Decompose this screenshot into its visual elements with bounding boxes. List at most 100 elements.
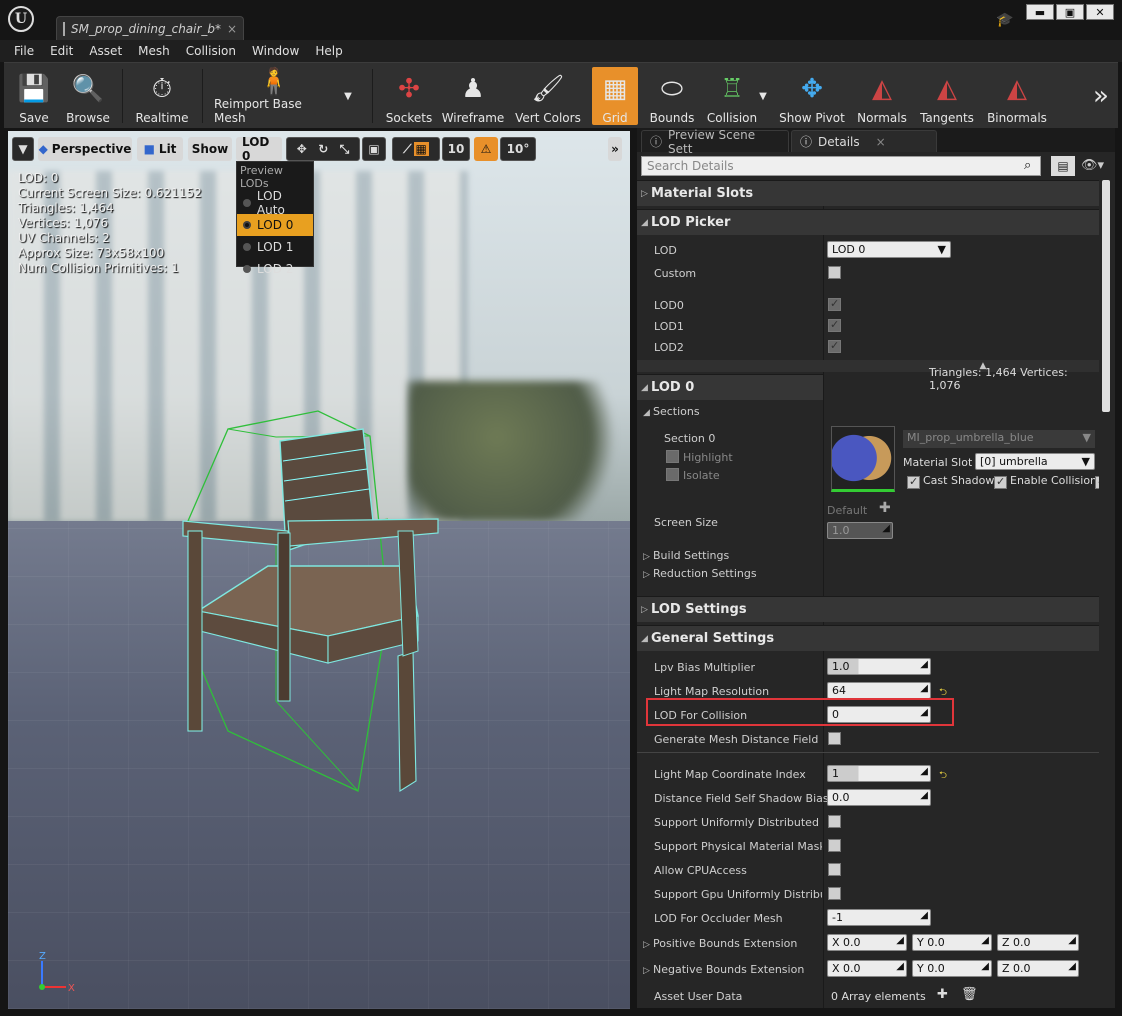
menu-edit[interactable]: Edit — [42, 44, 81, 58]
menu-window[interactable]: Window — [244, 44, 307, 58]
show-pivot-button[interactable]: ✥ Show Pivot — [778, 67, 846, 125]
eye-icon[interactable]: 👁▾ — [1081, 158, 1104, 173]
neg-bounds-x[interactable]: X 0.0 — [827, 960, 907, 977]
normals-button[interactable]: ◭ Normals — [854, 67, 910, 125]
browse-button[interactable]: 🔍 Browse — [62, 67, 114, 125]
material-thumbnail[interactable] — [831, 426, 895, 492]
graduation-cap-icon[interactable]: 🎓 — [996, 12, 1013, 28]
category-lod-picker[interactable]: ◢ LOD Picker — [637, 209, 1099, 235]
menu-file[interactable]: File — [6, 44, 42, 58]
grid-snap-icon[interactable]: ▦ — [413, 142, 429, 156]
build-settings-row[interactable]: ▷ Build Settings — [637, 546, 1099, 564]
more-tools-button[interactable]: » — [1090, 67, 1112, 125]
cpu-access-checkbox[interactable] — [828, 863, 841, 876]
rotation-snap-icon[interactable]: ⚠ — [474, 137, 498, 161]
close-icon[interactable]: × — [876, 135, 886, 149]
tab-preview-scene[interactable]: ⓘ Preview Scene Sett — [641, 128, 789, 156]
lod-menu-item-selected[interactable]: LOD 0 — [237, 214, 313, 236]
menu-mesh[interactable]: Mesh — [130, 44, 178, 58]
search-input[interactable]: Search Details — [641, 156, 1041, 176]
lod0-checkbox[interactable] — [828, 297, 841, 311]
gpu-uniform-checkbox[interactable] — [828, 887, 841, 900]
search-icon[interactable]: ⌕ — [1024, 158, 1031, 173]
screen-size-input[interactable]: 1.0 — [827, 522, 893, 539]
cast-shadow-checkbox[interactable] — [907, 475, 920, 489]
sockets-button[interactable]: ✣ Sockets — [382, 67, 436, 125]
surface-snap-icon[interactable]: ⟋ — [403, 142, 411, 157]
scale-icon[interactable]: ⤡ — [340, 142, 350, 157]
lod-menu-item[interactable]: LOD 2 — [237, 258, 313, 280]
visible-checkbox[interactable] — [1095, 475, 1099, 489]
enable-collision-checkbox[interactable] — [994, 475, 1007, 489]
lod1-checkbox[interactable] — [828, 318, 841, 332]
view-options-icon[interactable]: ▤ — [1051, 156, 1075, 176]
translate-icon[interactable]: ✥ — [297, 142, 307, 156]
rotate-icon[interactable]: ↻ — [318, 142, 328, 156]
generate-distance-field-checkbox[interactable] — [828, 732, 841, 745]
category-lod-settings[interactable]: ▷ LOD Settings — [637, 596, 1099, 622]
custom-checkbox[interactable] — [828, 266, 841, 279]
lpv-bias-input[interactable]: 1.0 — [827, 658, 931, 675]
realtime-button[interactable]: ⏱ Realtime — [132, 67, 192, 126]
viewport-options-button[interactable]: ▼ — [12, 137, 34, 161]
isolate-checkbox[interactable] — [666, 468, 679, 481]
trash-icon[interactable]: 🗑 — [961, 987, 978, 1002]
rotation-snap-value[interactable]: 10° — [500, 137, 536, 161]
light-map-resolution-input[interactable]: 64 — [827, 682, 931, 699]
light-map-coord-input[interactable]: 1 — [827, 765, 931, 782]
menu-help[interactable]: Help — [307, 44, 350, 58]
minimize-button[interactable]: ▬ — [1026, 4, 1054, 20]
pos-bounds-y[interactable]: Y 0.0 — [912, 934, 992, 951]
tab-close-icon[interactable]: × — [227, 22, 237, 36]
grid-snap-value[interactable]: 10 — [442, 137, 470, 161]
maximize-button[interactable]: ▣ — [1056, 4, 1084, 20]
scrollbar[interactable] — [1102, 180, 1110, 412]
lod-menu-item[interactable]: LOD Auto — [237, 189, 313, 217]
neg-bounds-z[interactable]: Z 0.0 — [997, 960, 1079, 977]
reset-icon[interactable]: ⮌ — [939, 768, 947, 785]
highlight-checkbox[interactable] — [666, 450, 679, 463]
show-button[interactable]: Show — [188, 137, 232, 161]
local-space-icon[interactable]: ▣ — [362, 137, 386, 161]
menu-asset[interactable]: Asset — [81, 44, 130, 58]
shadow-bias-input[interactable]: 0.0 — [827, 789, 931, 806]
asset-tab[interactable]: SM_prop_dining_chair_b* × — [56, 16, 244, 40]
perspective-button[interactable]: ◆ Perspective — [38, 137, 132, 161]
reduction-settings-row[interactable]: ▷ Reduction Settings — [637, 564, 1099, 582]
menu-collision[interactable]: Collision — [178, 44, 244, 58]
vert-colors-button[interactable]: 🖌 Vert Colors — [512, 67, 584, 125]
tab-details[interactable]: ⓘ Details × — [791, 130, 937, 152]
neg-bounds-label[interactable]: ▷ Negative Bounds Extension — [643, 963, 804, 976]
tangents-button[interactable]: ◭ Tangents — [916, 67, 978, 125]
reimport-button[interactable]: 🧍 Reimport Base Mesh — [214, 67, 334, 125]
physical-masks-checkbox[interactable] — [828, 839, 841, 852]
collapse-toolbar-button[interactable]: » — [608, 137, 622, 161]
material-select[interactable]: MI_prop_umbrella_blue ▼ — [903, 430, 1095, 448]
support-uniform-checkbox[interactable] — [828, 815, 841, 828]
category-material-slots[interactable]: ▷ Material Slots — [637, 180, 1099, 206]
category-general-settings[interactable]: ◢ General Settings — [637, 625, 1099, 651]
collision-dropdown[interactable]: ▼ — [756, 67, 770, 125]
pos-bounds-label[interactable]: ▷ Positive Bounds Extension — [643, 937, 797, 950]
collision-button[interactable]: ♖ Collision — [704, 67, 760, 125]
chair-mesh[interactable] — [168, 401, 458, 801]
sections-row[interactable]: ◢ Sections — [637, 400, 1099, 422]
lit-button[interactable]: ■ Lit — [137, 137, 183, 161]
pos-bounds-x[interactable]: X 0.0 — [827, 934, 907, 951]
lod-select[interactable]: LOD 0 ▼ — [827, 241, 951, 258]
close-window-button[interactable]: ✕ — [1086, 4, 1114, 20]
grid-button[interactable]: ▦ Grid — [592, 67, 638, 125]
bounds-button[interactable]: ⬭ Bounds — [644, 67, 700, 126]
viewport[interactable]: ▼ ◆ Perspective ■ Lit Show LOD 0 ✥ ↻ ⤡ ▣ ⟋ ▦ … — [8, 131, 630, 1009]
occluder-lod-input[interactable]: -1 — [827, 909, 931, 926]
save-button[interactable]: 💾 Save — [8, 67, 60, 125]
add-icon[interactable]: ✚ — [879, 500, 891, 516]
binormals-button[interactable]: ◭ Binormals — [984, 67, 1050, 125]
wireframe-button[interactable]: ♟ Wireframe — [440, 67, 506, 125]
lod2-checkbox[interactable] — [828, 339, 841, 353]
neg-bounds-y[interactable]: Y 0.0 — [912, 960, 992, 977]
pos-bounds-z[interactable]: Z 0.0 — [997, 934, 1079, 951]
category-lod0[interactable]: ◢ LOD 0 — [637, 374, 823, 400]
reimport-dropdown[interactable]: ▼ — [340, 67, 356, 125]
lod-dropdown[interactable]: LOD 0 — [236, 135, 282, 163]
